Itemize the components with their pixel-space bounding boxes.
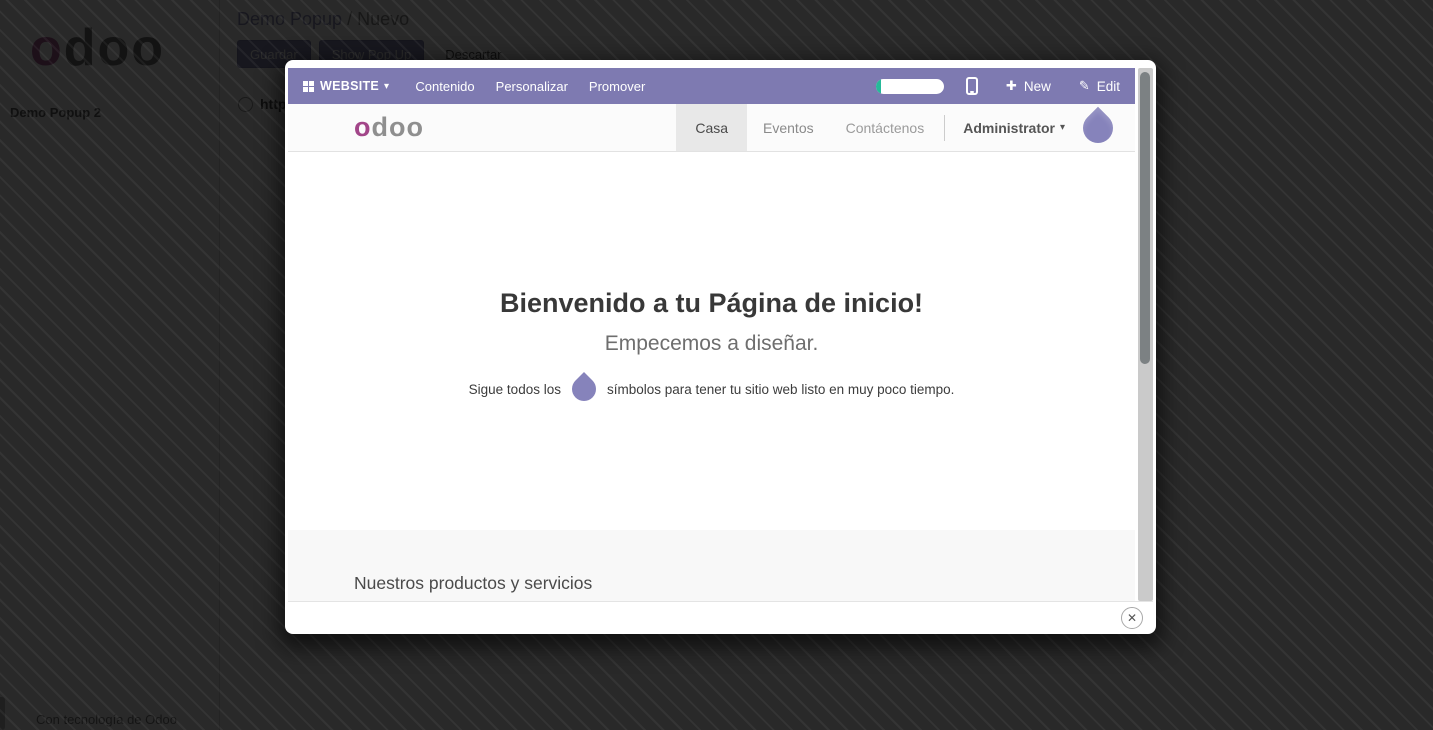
edit-label: Edit — [1097, 79, 1120, 94]
user-menu-label: Administrator — [963, 120, 1055, 136]
website-apps-menu[interactable]: WEBSITE ▾ — [303, 79, 389, 93]
tip-text-before: Sigue todos los — [469, 382, 561, 397]
tour-progress-fill — [876, 79, 881, 94]
website-menu-label: WEBSITE — [320, 79, 379, 93]
website-preview-viewport: odoo Casa Eventos Contáctenos Administra… — [288, 104, 1135, 601]
welcome-heading: Bienvenido a tu Página de inicio! — [288, 288, 1135, 319]
new-page-button[interactable]: ✚ New — [1006, 78, 1051, 94]
logo-rest: doo — [372, 112, 424, 142]
close-button[interactable]: ✕ — [1121, 607, 1143, 629]
close-icon: ✕ — [1127, 611, 1137, 625]
menu-promote[interactable]: Promover — [589, 79, 645, 94]
site-navigation: Casa Eventos Contáctenos Administrator ▾ — [676, 104, 1079, 151]
logo-letter: o — [354, 112, 372, 142]
tour-tip-text: Sigue todos los símbolos para tener tu s… — [288, 377, 1135, 401]
edit-button[interactable]: ✎ Edit — [1079, 78, 1120, 94]
nav-tab-events[interactable]: Eventos — [747, 104, 830, 151]
pencil-icon: ✎ — [1079, 78, 1090, 94]
site-odoo-logo[interactable]: odoo — [354, 112, 424, 143]
mobile-preview-icon[interactable] — [966, 77, 978, 95]
new-label: New — [1024, 79, 1051, 94]
menu-customize[interactable]: Personalizar — [496, 79, 568, 94]
chevron-down-icon: ▾ — [384, 81, 389, 92]
products-section-title: Nuestros productos y servicios — [288, 530, 1135, 594]
products-section: Nuestros productos y servicios — [288, 530, 1135, 601]
welcome-prefix: Bienvenido a tu — [500, 288, 709, 318]
site-header: odoo Casa Eventos Contáctenos Administra… — [288, 104, 1135, 152]
welcome-subtitle: Empecemos a diseñar. — [288, 332, 1135, 356]
tip-text-after: símbolos para tener tu sitio web listo e… — [607, 382, 954, 397]
nav-tab-home[interactable]: Casa — [676, 104, 747, 151]
user-menu[interactable]: Administrator ▾ — [949, 104, 1079, 151]
nav-divider — [944, 115, 945, 141]
plus-icon: ✚ — [1006, 78, 1017, 94]
drop-symbol-icon — [567, 372, 601, 406]
scrollbar-track[interactable] — [1138, 68, 1153, 601]
welcome-strong: Página de inicio! — [709, 288, 924, 318]
website-editor-toolbar: WEBSITE ▾ Contenido Personalizar Promove… — [288, 68, 1135, 104]
nav-tab-contact[interactable]: Contáctenos — [830, 104, 941, 151]
tour-drop-indicator-icon[interactable] — [1077, 107, 1119, 149]
tour-progress-bar — [876, 79, 944, 94]
scrollbar-thumb[interactable] — [1140, 72, 1150, 364]
dialog-footer: ✕ — [288, 601, 1153, 634]
site-main-content: Bienvenido a tu Página de inicio! Empece… — [288, 152, 1135, 530]
menu-content[interactable]: Contenido — [415, 79, 474, 94]
apps-grid-icon — [303, 81, 314, 92]
website-preview-dialog: WEBSITE ▾ Contenido Personalizar Promove… — [285, 60, 1156, 634]
chevron-down-icon: ▾ — [1060, 122, 1065, 133]
